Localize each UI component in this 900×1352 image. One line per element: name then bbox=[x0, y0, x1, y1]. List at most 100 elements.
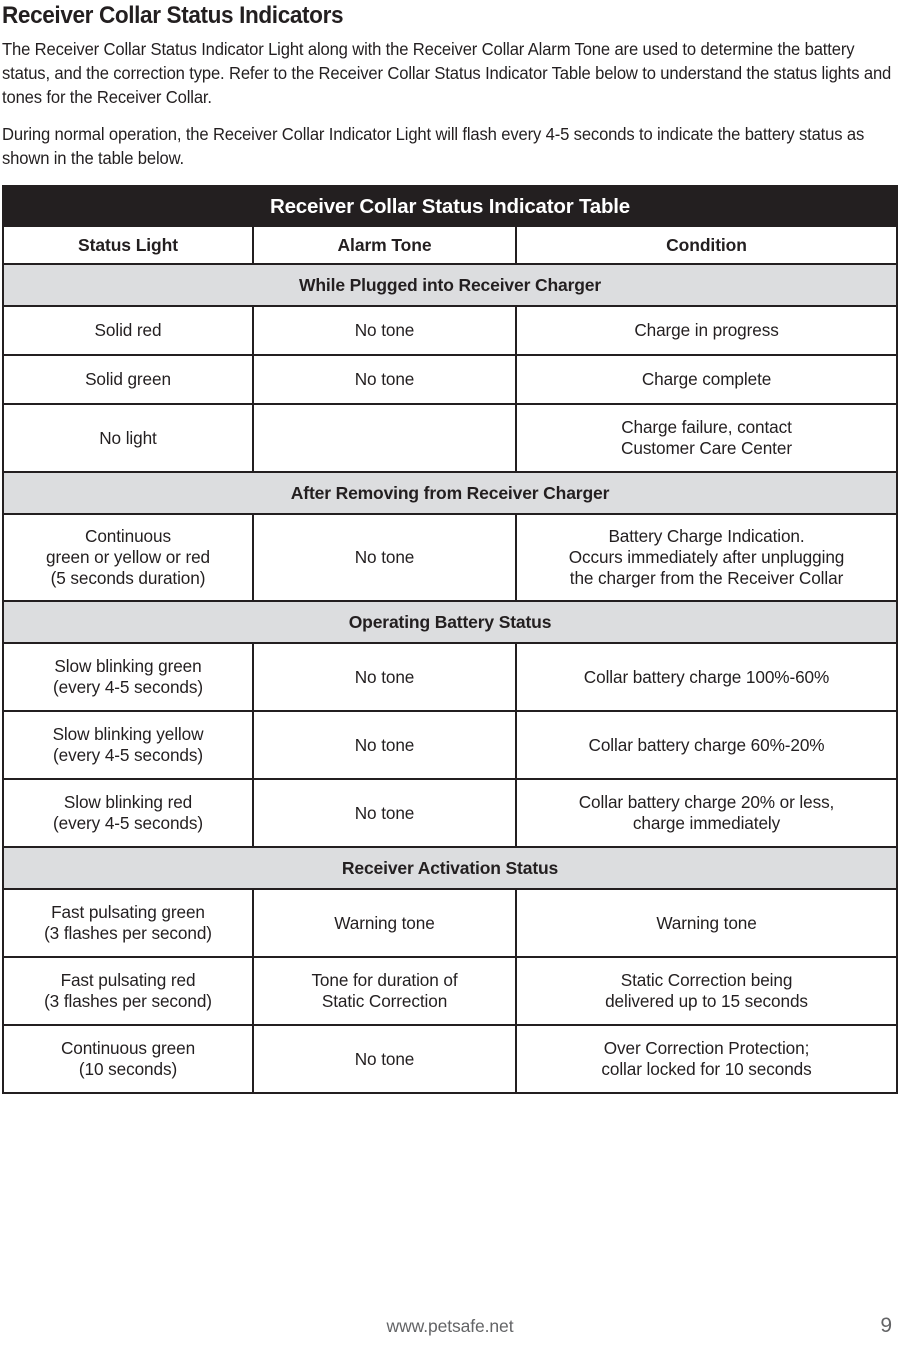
table-section-heading: After Removing from Receiver Charger bbox=[1, 471, 899, 515]
cell-condition-line: Charge complete bbox=[641, 369, 772, 389]
table-body: Receiver Collar Status Indicator Table S… bbox=[1, 185, 899, 1094]
table-column-header-row: Status Light Alarm Tone Condition bbox=[2, 225, 899, 265]
cell-alarm-tone bbox=[252, 403, 517, 473]
cell-status-light-line: (every 4-5 seconds) bbox=[53, 745, 203, 765]
table-row: No light Charge failure, contact Customer … bbox=[2, 403, 899, 473]
table-row: Fast pulsating green (3 flashes per secon… bbox=[2, 888, 899, 958]
cell-status-light: No light bbox=[2, 403, 254, 473]
cell-alarm-tone-line: No tone bbox=[354, 547, 415, 567]
cell-status-light: Slow blinking red (every 4-5 seconds) bbox=[2, 778, 254, 848]
table-section-header-row: While Plugged into Receiver Charger bbox=[1, 263, 899, 307]
cell-condition: Static Correction being delivered up to 1… bbox=[514, 956, 899, 1026]
cell-status-light: Fast pulsating red (3 flashes per second) bbox=[2, 956, 254, 1026]
table-row: Solid green No tone Charge complete bbox=[2, 354, 899, 405]
cell-alarm-tone-line: Warning tone bbox=[334, 912, 435, 933]
cell-condition: Battery Charge Indication. Occurs immedia… bbox=[514, 513, 899, 602]
table-section-heading: Operating Battery Status bbox=[1, 600, 899, 644]
cell-alarm-tone: No tone bbox=[252, 778, 517, 848]
cell-status-light: Slow blinking yellow (every 4-5 seconds) bbox=[2, 710, 254, 780]
cell-alarm-tone-line: No tone bbox=[354, 802, 415, 823]
cell-status-light: Continuous green (10 seconds) bbox=[2, 1024, 254, 1094]
cell-status-light-line: No light bbox=[99, 427, 157, 448]
cell-status-light-line: green or yellow or red bbox=[45, 547, 211, 567]
cell-condition: Collar battery charge 20% or less, charge… bbox=[514, 778, 899, 848]
cell-alarm-tone: No tone bbox=[252, 1024, 517, 1094]
cell-alarm-tone-line: Tone for duration of bbox=[311, 970, 458, 990]
cell-condition-line: the charger from the Receiver Collar bbox=[569, 568, 844, 588]
cell-status-light-line: Continuous bbox=[85, 526, 171, 546]
cell-condition: Over Correction Protection; collar locked… bbox=[514, 1024, 899, 1094]
table-row: Slow blinking green (every 4-5 seconds) No… bbox=[2, 642, 899, 712]
cell-condition-line: Warning tone bbox=[656, 912, 757, 933]
cell-alarm-tone-line: No tone bbox=[354, 734, 415, 755]
cell-condition: Charge complete bbox=[514, 354, 899, 405]
cell-condition: Collar battery charge 60%-20% bbox=[514, 710, 899, 780]
cell-alarm-tone: No tone bbox=[252, 305, 517, 356]
cell-status-light-line: Fast pulsating red bbox=[60, 970, 196, 990]
cell-status-light-line: (10 seconds) bbox=[78, 1059, 178, 1079]
cell-alarm-tone-line: No tone bbox=[354, 1048, 415, 1069]
cell-alarm-tone-line: No tone bbox=[354, 666, 415, 687]
cell-condition-line: Battery Charge Indication. bbox=[608, 526, 805, 546]
cell-condition: Charge failure, contact Customer Care Cen… bbox=[514, 403, 899, 473]
cell-status-light: Solid red bbox=[2, 305, 254, 356]
cell-status-light: Continuous green or yellow or red (5 secon… bbox=[2, 513, 254, 602]
receiver-collar-status-indicator-table: Receiver Collar Status Indicator Table S… bbox=[1, 185, 899, 1094]
cell-condition-line: Collar battery charge 60%-20% bbox=[588, 734, 825, 755]
table-section-heading: While Plugged into Receiver Charger bbox=[1, 263, 899, 307]
cell-condition-line: Over Correction Protection; bbox=[603, 1038, 810, 1058]
column-header-status-light: Status Light bbox=[2, 225, 254, 265]
cell-status-light-line: (5 seconds duration) bbox=[50, 568, 206, 588]
cell-condition-line: delivered up to 15 seconds bbox=[605, 991, 808, 1011]
cell-condition-line: collar locked for 10 seconds bbox=[601, 1059, 812, 1079]
table-row: Solid red No tone Charge in progress bbox=[2, 305, 899, 356]
cell-status-light-line: (3 flashes per second) bbox=[44, 991, 212, 1011]
cell-alarm-tone: No tone bbox=[252, 513, 517, 602]
table-row: Fast pulsating red (3 flashes per second)… bbox=[2, 956, 899, 1026]
cell-status-light-line: (every 4-5 seconds) bbox=[53, 813, 203, 833]
cell-status-light-line: Continuous green bbox=[60, 1038, 196, 1058]
cell-condition-line: Occurs immediately after unplugging bbox=[568, 547, 845, 567]
cell-condition-line: Static Correction being bbox=[620, 970, 793, 990]
table-row: Continuous green (10 seconds) No tone Over … bbox=[2, 1024, 899, 1094]
table-row: Slow blinking yellow (every 4-5 seconds) N… bbox=[2, 710, 899, 780]
cell-alarm-tone-line: No tone bbox=[354, 369, 415, 389]
cell-status-light-line: (every 4-5 seconds) bbox=[53, 677, 203, 697]
table-title-row: Receiver Collar Status Indicator Table bbox=[1, 185, 899, 227]
cell-alarm-tone-line: No tone bbox=[354, 320, 415, 340]
footer-page-number: 9 bbox=[880, 1314, 892, 1337]
intro-paragraph-1: The Receiver Collar Status Indicator Lig… bbox=[2, 39, 892, 107]
table-section-header-row: Operating Battery Status bbox=[1, 600, 899, 644]
column-header-condition: Condition bbox=[514, 225, 899, 265]
cell-condition: Warning tone bbox=[514, 888, 899, 958]
column-header-alarm-tone: Alarm Tone bbox=[252, 225, 517, 265]
cell-condition-line: Charge in progress bbox=[634, 320, 779, 340]
cell-condition: Charge in progress bbox=[514, 305, 899, 356]
page-footer: www.petsafe.net 9 bbox=[0, 1314, 900, 1338]
cell-alarm-tone: No tone bbox=[252, 710, 517, 780]
cell-status-light: Slow blinking green (every 4-5 seconds) bbox=[2, 642, 254, 712]
cell-condition: Collar battery charge 100%-60% bbox=[514, 642, 899, 712]
intro-paragraph-2: During normal operation, the Receiver Co… bbox=[2, 124, 865, 168]
cell-alarm-tone: Warning tone bbox=[252, 888, 517, 958]
cell-condition-line: Customer Care Center bbox=[621, 438, 792, 458]
cell-status-light-line: Slow blinking red bbox=[63, 792, 193, 812]
table-row: Continuous green or yellow or red (5 secon… bbox=[2, 513, 899, 602]
cell-status-light-line: (3 flashes per second) bbox=[44, 923, 212, 943]
document-page: Receiver Collar Status Indicators The Re… bbox=[0, 0, 900, 1352]
cell-status-light-line: Solid red bbox=[94, 320, 162, 340]
table-section-header-row: After Removing from Receiver Charger bbox=[1, 471, 899, 515]
cell-status-light-line: Slow blinking green bbox=[54, 656, 202, 676]
table-title: Receiver Collar Status Indicator Table bbox=[1, 185, 899, 227]
cell-condition-line: charge immediately bbox=[632, 813, 781, 833]
table-section-heading: Receiver Activation Status bbox=[1, 846, 899, 890]
table-row: Slow blinking red (every 4-5 seconds) No t… bbox=[2, 778, 899, 848]
cell-condition-line: Collar battery charge 100%-60% bbox=[583, 666, 830, 687]
cell-condition-line: Charge failure, contact bbox=[621, 417, 792, 437]
cell-alarm-tone: No tone bbox=[252, 354, 517, 405]
cell-status-light: Solid green bbox=[2, 354, 254, 405]
cell-status-light-line: Slow blinking yellow bbox=[52, 724, 204, 744]
cell-alarm-tone: Tone for duration of Static Correction bbox=[252, 956, 517, 1026]
cell-alarm-tone-line: Static Correction bbox=[321, 991, 448, 1011]
table-section-header-row: Receiver Activation Status bbox=[1, 846, 899, 890]
